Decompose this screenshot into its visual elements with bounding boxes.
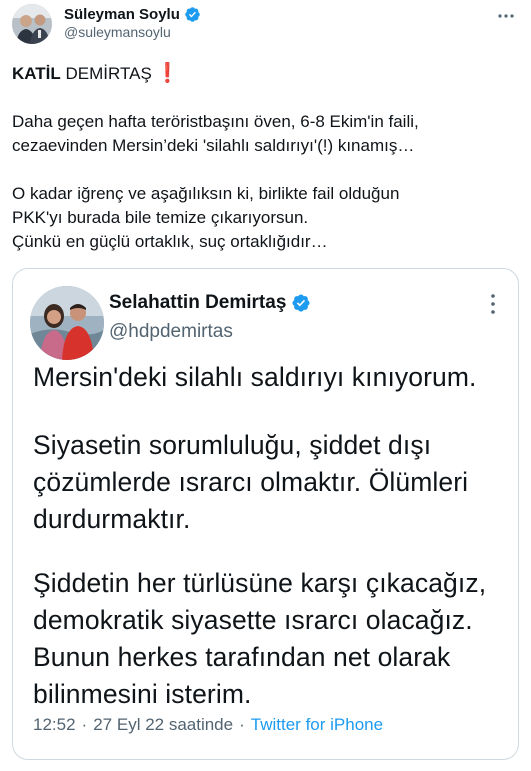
quoted-line: Mersin'deki silahlı saldırıyı kınıyorum. xyxy=(33,362,477,392)
tweet-line: PKK'yı burada bile temize çıkarıyorsun. xyxy=(12,208,309,227)
tweet-headline: KATİL DEMİRTAŞ ❗ xyxy=(12,62,522,86)
quoted-paragraph-2: Siyasetin sorumluluğu, şiddet dışı çözüm… xyxy=(33,427,513,538)
quoted-author-avatar-image xyxy=(30,286,104,360)
quoted-line: durdurmaktır. xyxy=(33,504,191,534)
author-avatar-image xyxy=(12,4,52,44)
author-handle[interactable]: @suleymansoylu xyxy=(64,24,171,40)
tweet-line: Çünkü en güçlü ortaklık, suç ortaklığıdı… xyxy=(12,232,328,251)
quoted-source-link[interactable]: Twitter for iPhone xyxy=(251,715,383,735)
quoted-date[interactable]: 27 Eyl 22 saatinde xyxy=(93,715,233,735)
quoted-paragraph-3: Şiddetin her türlüsüne karşı çıkacağız, … xyxy=(33,565,513,713)
quoted-line: çözümlerde ısrarcı olmaktır. Ölümleri xyxy=(33,467,469,497)
headline-rest: DEMİRTAŞ xyxy=(60,64,152,83)
tweet-line: O kadar iğrenç ve aşağılıksın ki, birlik… xyxy=(12,184,400,203)
author-avatar[interactable] xyxy=(12,4,52,44)
quoted-author-display-name[interactable]: Selahattin Demirtaş xyxy=(109,292,286,314)
quoted-author-handle[interactable]: @hdpdemirtas xyxy=(109,321,233,343)
quoted-line: Bunun herkes tarafından net olarak xyxy=(33,642,451,672)
quoted-author-name-row: Selahattin Demirtaş xyxy=(109,291,311,315)
headline-bold: KATİL xyxy=(12,64,61,83)
meta-separator: · xyxy=(81,715,88,734)
quoted-time[interactable]: 12:52 xyxy=(33,715,76,735)
quoted-line: demokratik siyasette ısrarcı olacağız. xyxy=(33,605,473,635)
more-options-icon[interactable] xyxy=(483,291,503,319)
meta-separator: · xyxy=(239,715,245,734)
tweet: Süleyman Soylu @suleymansoylu KATİL DEMİ… xyxy=(0,0,531,771)
quoted-author-avatar[interactable] xyxy=(30,286,104,360)
quoted-line: bilinmesini isterim. xyxy=(33,679,252,709)
author-name-row: Süleyman Soylu xyxy=(64,4,201,24)
quoted-line: Şiddetin her türlüsüne karşı çıkacağız, xyxy=(33,568,487,598)
verified-badge-icon xyxy=(291,293,311,313)
quoted-tweet-meta: 12:52 · 27 Eyl 22 saatinde · Twitter for… xyxy=(33,715,383,735)
verified-badge-icon xyxy=(184,6,201,23)
quoted-tweet-card[interactable]: Selahattin Demirtaş @hdpdemirtas Mersin'… xyxy=(12,268,519,760)
author-display-name[interactable]: Süleyman Soylu xyxy=(64,6,180,23)
more-options-icon[interactable] xyxy=(496,6,516,26)
quoted-line: Siyasetin sorumluluğu, şiddet dışı xyxy=(33,430,432,460)
quoted-paragraph-1: Mersin'deki silahlı saldırıyı kınıyorum. xyxy=(33,359,513,396)
tweet-paragraph-3: O kadar iğrenç ve aşağılıksın ki, birlik… xyxy=(12,182,522,254)
tweet-line: cezaevinden Mersin’deki 'silahlı saldırı… xyxy=(12,136,415,155)
tweet-paragraph-2: Daha geçen hafta teröristbaşını öven, 6-… xyxy=(12,110,522,158)
tweet-line: Daha geçen hafta teröristbaşını öven, 6-… xyxy=(12,112,419,131)
exclamation-emoji: ❗ xyxy=(155,63,180,84)
